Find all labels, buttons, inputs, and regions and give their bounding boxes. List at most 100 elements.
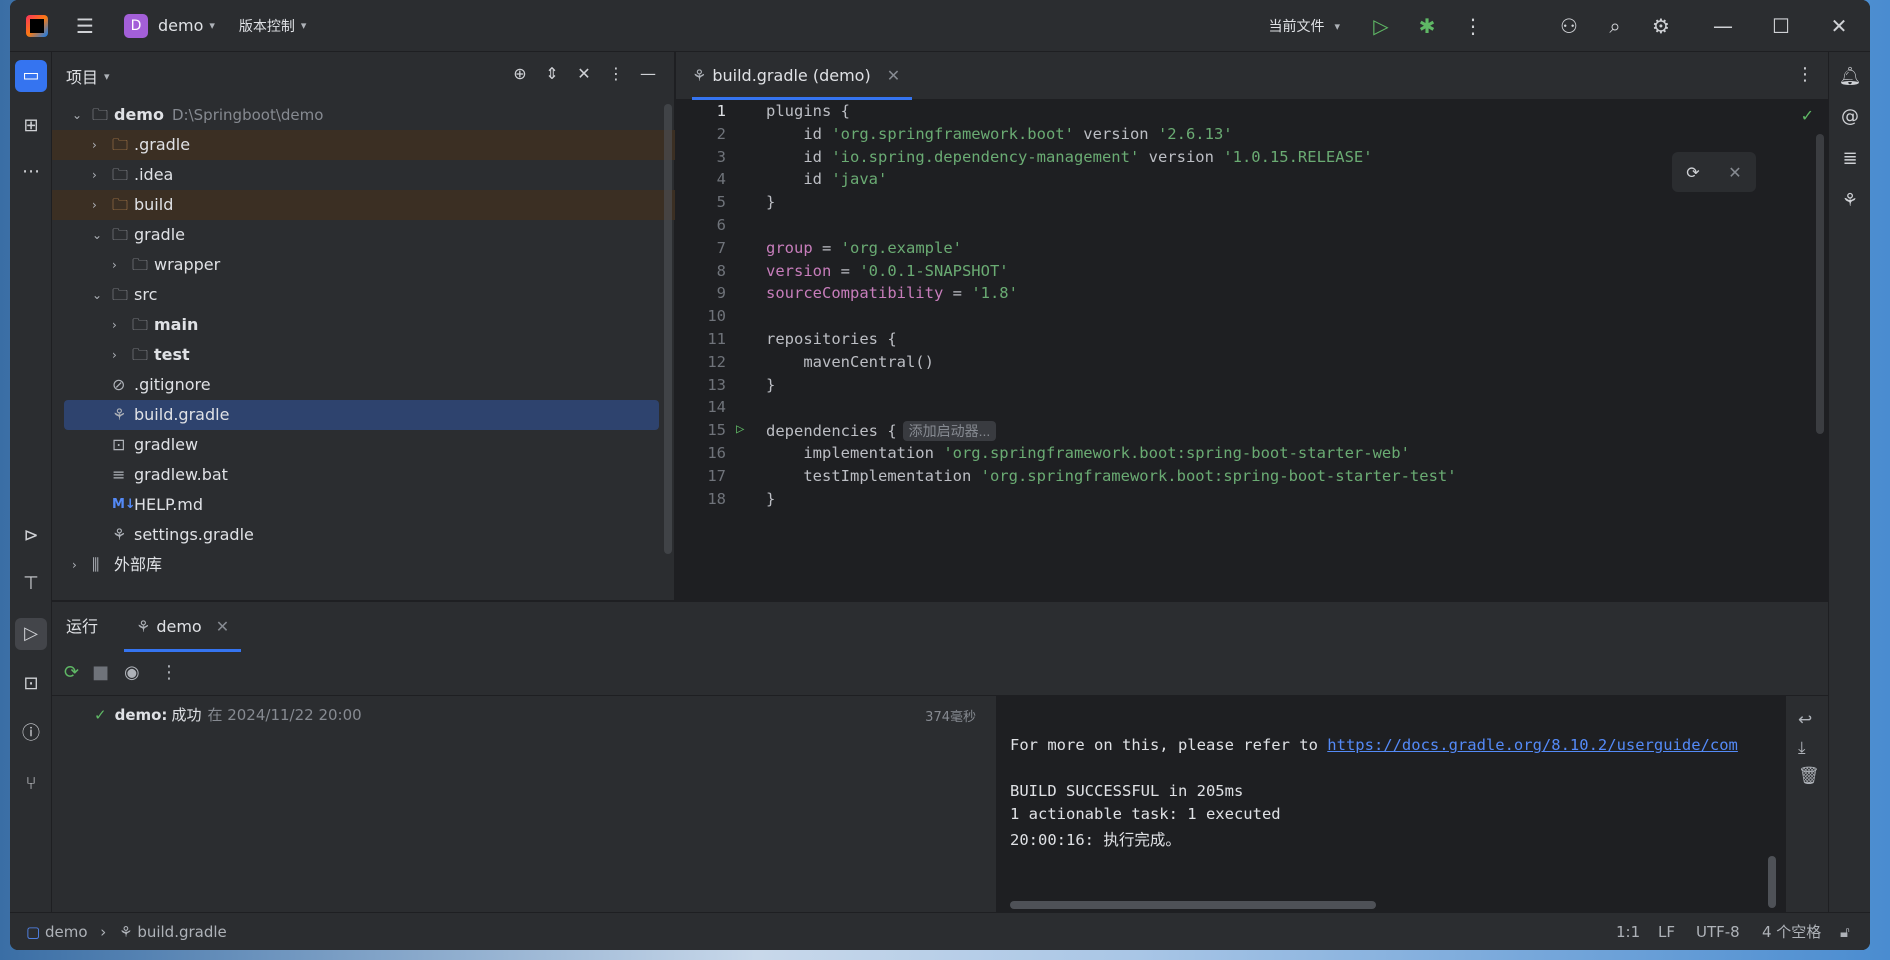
ai-assistant-icon[interactable]: @ — [1835, 102, 1865, 132]
run-tool-icon[interactable]: ▷ — [15, 618, 47, 650]
no-problems-check-icon[interactable]: ✓ — [1801, 106, 1814, 125]
line-number[interactable]: 5 — [676, 193, 726, 211]
tree-item-settings-gradle[interactable]: ⚘ settings.gradle — [52, 520, 675, 550]
chevron-right-icon[interactable]: › — [112, 340, 126, 370]
editor-scrollbar[interactable] — [1816, 134, 1824, 434]
chevron-down-icon[interactable]: ⌄ — [92, 220, 106, 250]
line-number[interactable]: 3 — [676, 148, 726, 166]
tree-item-help-md[interactable]: M↓ HELP.md — [52, 490, 675, 520]
console-output[interactable]: For more on this, please refer to https:… — [996, 696, 1786, 913]
show-eye-icon[interactable]: ◉ — [124, 662, 140, 683]
project-panel-title[interactable]: 项目 — [66, 64, 98, 88]
services-tool-icon[interactable]: ⊳ — [15, 520, 47, 552]
run-tab-demo[interactable]: ⚘ demo ✕ — [124, 602, 242, 652]
gradle-docs-link[interactable]: https://docs.gradle.org/8.10.2/userguide… — [1327, 736, 1738, 754]
line-number[interactable]: 2 — [676, 125, 726, 143]
tree-item-test[interactable]: › 🗀︎ test — [52, 340, 675, 370]
rerun-icon[interactable]: ⟳ — [64, 662, 79, 683]
line-number[interactable]: 13 — [676, 376, 726, 394]
line-number[interactable]: 9 — [676, 284, 726, 302]
intellij-logo-icon[interactable] — [26, 14, 48, 37]
chevron-down-icon[interactable]: ▾ — [301, 19, 307, 32]
chevron-right-icon[interactable]: › — [72, 550, 86, 580]
editor-tab-build-gradle[interactable]: ⚘ build.gradle (demo) ✕ — [692, 52, 913, 100]
chevron-down-icon[interactable]: ▾ — [209, 19, 215, 32]
line-number[interactable]: 17 — [676, 467, 726, 485]
code-line[interactable]: version = '0.0.1-SNAPSHOT' — [766, 262, 1009, 280]
code-line[interactable]: id 'java' — [766, 170, 887, 188]
close-tab-icon[interactable]: ✕ — [887, 66, 900, 85]
line-number[interactable]: 15 — [676, 421, 726, 439]
line-number[interactable]: 12 — [676, 353, 726, 371]
tree-item-gradle[interactable]: ⌄ 🗀︎ gradle — [52, 220, 675, 250]
chevron-down-icon[interactable]: ⌄ — [92, 280, 106, 310]
chevron-down-icon[interactable]: ▾ — [104, 70, 110, 83]
notifications-bell-icon[interactable]: 🔔︎ — [1835, 62, 1865, 92]
run-icon[interactable]: ▷ — [1358, 14, 1404, 38]
breadcrumb-file[interactable]: build.gradle — [137, 923, 226, 941]
stop-icon[interactable]: ■ — [92, 662, 109, 683]
clear-console-trash-icon[interactable]: 🗑︎ — [1798, 766, 1820, 786]
tree-item-idea[interactable]: › 🗀︎ .idea — [52, 160, 675, 190]
settings-gear-icon[interactable]: ⚙ — [1638, 14, 1684, 38]
tree-item-demo[interactable]: ⌄ 🗀︎ demo D:\Springboot\demo — [52, 100, 675, 130]
close-window-icon[interactable]: ✕ — [1816, 14, 1862, 38]
run-result-row[interactable]: ✓ demo: 成功在 2024/11/22 20:00 — [94, 704, 362, 725]
chevron-down-icon[interactable]: ▾ — [1334, 20, 1340, 33]
line-separator[interactable]: LF — [1658, 913, 1675, 950]
tree-item-main[interactable]: › 🗀︎ main — [52, 310, 675, 340]
console-horizontal-scrollbar[interactable] — [1010, 901, 1376, 909]
gradle-reload-icon[interactable]: ⟳ — [1686, 163, 1699, 182]
code-line[interactable]: id 'org.springframework.boot' version '2… — [766, 125, 1232, 143]
tree-item-gradlew-bat[interactable]: ≡ gradlew.bat — [52, 460, 675, 490]
code-line[interactable]: } — [766, 376, 775, 394]
line-number[interactable]: 4 — [676, 170, 726, 188]
minimize-icon[interactable]: — — [1700, 14, 1746, 38]
code-line[interactable]: implementation 'org.springframework.boot… — [766, 444, 1410, 462]
project-tool-icon[interactable]: ▭ — [15, 60, 47, 92]
gutter-run-icon[interactable]: ▷ — [736, 421, 744, 437]
editor-more-icon[interactable]: ⋮ — [1796, 64, 1814, 85]
chevron-right-icon[interactable]: › — [112, 310, 126, 340]
code-line[interactable]: } — [766, 193, 775, 211]
add-starters-hint[interactable]: 添加启动器... — [902, 421, 997, 442]
tree-item-gradle[interactable]: › 🗀︎ .gradle — [52, 130, 675, 160]
vcs-menu[interactable]: 版本控制 — [239, 16, 295, 36]
code-line[interactable]: group = 'org.example' — [766, 239, 962, 257]
options-icon[interactable]: ⋮ — [600, 64, 632, 83]
run-config-selector[interactable]: 当前文件 — [1268, 16, 1324, 36]
build-tool-icon[interactable]: ⊤ — [15, 568, 47, 600]
console-vertical-scrollbar[interactable] — [1768, 856, 1776, 908]
tree-item-build[interactable]: › 🗀︎ build — [52, 190, 675, 220]
breadcrumb-project[interactable]: demo — [45, 923, 88, 941]
tree-item-gitignore[interactable]: ⊘ .gitignore — [52, 370, 675, 400]
project-switcher[interactable]: demo — [158, 16, 203, 35]
line-number[interactable]: 18 — [676, 490, 726, 508]
line-number[interactable]: 1 — [676, 102, 726, 120]
structure-tool-icon[interactable]: ⊞ — [15, 110, 47, 142]
hide-panel-icon[interactable]: — — [632, 64, 664, 83]
tree-item-build-gradle[interactable]: ⚘ build.gradle — [64, 400, 659, 430]
code-line[interactable]: mavenCentral() — [766, 353, 934, 371]
database-icon[interactable]: ≣ — [1835, 144, 1865, 174]
code-line[interactable]: sourceCompatibility = '1.8' — [766, 284, 1018, 302]
git-tool-icon[interactable]: ⑂ — [15, 768, 47, 800]
code-line[interactable]: } — [766, 490, 775, 508]
tree-item-gradlew[interactable]: ⊡ gradlew — [52, 430, 675, 460]
indent-setting[interactable]: 4 个空格 — [1762, 913, 1821, 950]
more-options-icon[interactable]: ⋮ — [160, 662, 178, 683]
code-line[interactable]: dependencies {添加启动器... — [766, 421, 997, 442]
chevron-right-icon[interactable]: › — [92, 190, 106, 220]
gradle-tool-icon[interactable]: ⚘ — [1835, 186, 1865, 216]
line-number[interactable]: 7 — [676, 239, 726, 257]
line-number[interactable]: 8 — [676, 262, 726, 280]
code-line[interactable]: id 'io.spring.dependency-management' ver… — [766, 148, 1372, 166]
expand-all-icon[interactable]: ⇕ — [536, 64, 568, 83]
add-user-icon[interactable]: ⚇ — [1546, 14, 1592, 38]
line-number[interactable]: 10 — [676, 307, 726, 325]
terminal-tool-icon[interactable]: ⊡ — [15, 668, 47, 700]
maximize-icon[interactable]: ☐ — [1758, 14, 1804, 38]
chevron-down-icon[interactable]: ⌄ — [72, 100, 86, 130]
tree-item-外部库[interactable]: › ⫼ 外部库 — [52, 550, 675, 580]
collapse-all-icon[interactable]: ✕ — [568, 64, 600, 83]
